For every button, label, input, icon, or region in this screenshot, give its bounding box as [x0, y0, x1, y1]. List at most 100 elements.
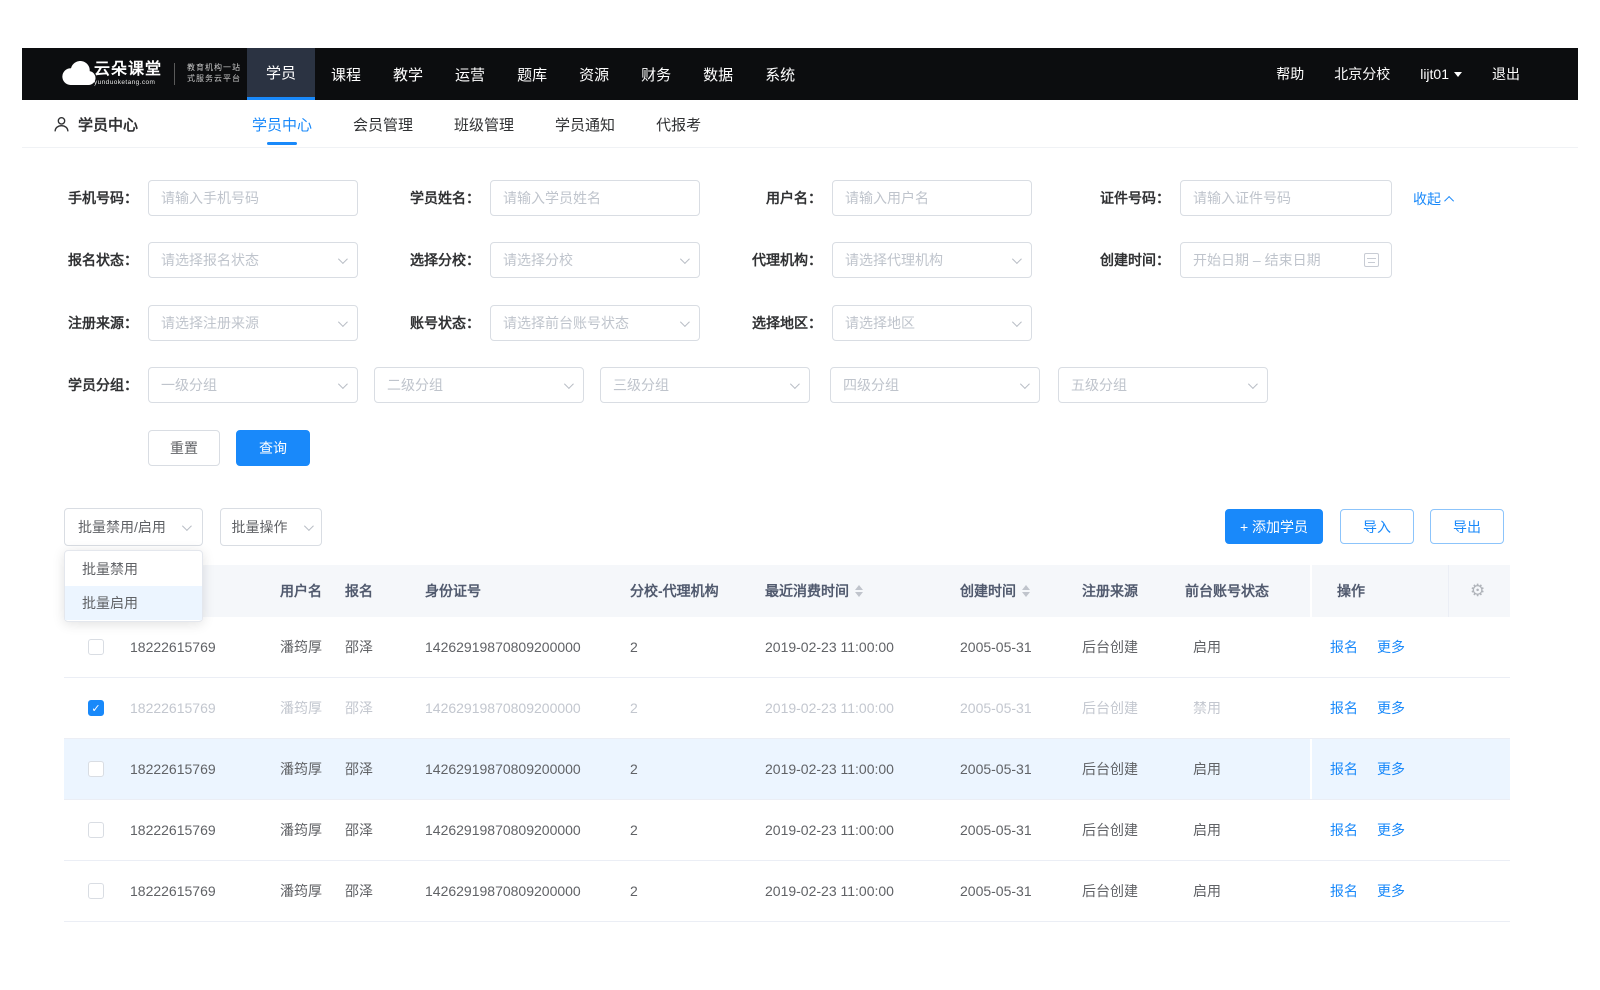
app-logo: 云朵课堂 yunduoketang.com 教育机构一站 式服务云平台 [60, 48, 241, 100]
row-action-more[interactable]: 更多 [1377, 759, 1405, 779]
nav-item-3[interactable]: 运营 [439, 48, 501, 100]
row-action-enroll[interactable]: 报名 [1330, 820, 1358, 840]
row-action-enroll[interactable]: 报名 [1330, 698, 1358, 718]
branch-select[interactable]: 请选择分校 [490, 242, 700, 278]
cell-source: 后台创建 [1082, 820, 1138, 840]
cell-status: 启用 [1193, 881, 1221, 901]
calendar-icon [1364, 253, 1379, 267]
row-action-enroll[interactable]: 报名 [1330, 637, 1358, 657]
row-checkbox[interactable] [88, 761, 104, 777]
nav-item-4[interactable]: 题库 [501, 48, 563, 100]
export-button[interactable]: 导出 [1430, 509, 1504, 544]
subnav-tab-3[interactable]: 学员通知 [555, 100, 615, 148]
reset-button[interactable]: 重置 [148, 430, 220, 466]
table-body: 18222615769潘筠厚邵泽142629198708092000002201… [64, 617, 1510, 922]
cell-branch: 2 [630, 700, 638, 716]
agency-select[interactable]: 请选择代理机构 [832, 242, 1032, 278]
logo-tagline-2: 式服务云平台 [187, 74, 241, 85]
cell-source: 后台创建 [1082, 881, 1138, 901]
row-action-enroll[interactable]: 报名 [1330, 759, 1358, 779]
row-action-more[interactable]: 更多 [1377, 881, 1405, 901]
row-action-more[interactable]: 更多 [1377, 820, 1405, 840]
subnav-tabs: 学员中心会员管理班级管理学员通知代报考 [252, 100, 701, 148]
col-last-consume[interactable]: 最近消费时间 [765, 581, 863, 601]
agency-label: 代理机构： [732, 250, 822, 270]
cell-consume: 2019-02-23 11:00:00 [765, 700, 894, 716]
logo-title: 云朵课堂 [94, 62, 162, 78]
cell-username: 潘筠厚 [280, 637, 322, 657]
group-select-level-2[interactable]: 二级分组 [374, 367, 584, 403]
group-select-level-4[interactable]: 四级分组 [830, 367, 1040, 403]
batch-dropdown: 批量禁用批量启用 [64, 550, 203, 622]
nav-item-8[interactable]: 系统 [749, 48, 811, 100]
cell-username: 潘筠厚 [280, 820, 322, 840]
subnav-tab-0[interactable]: 学员中心 [252, 100, 312, 148]
nav-item-5[interactable]: 资源 [563, 48, 625, 100]
cell-username: 潘筠厚 [280, 881, 322, 901]
phone-input[interactable] [148, 180, 358, 216]
add-student-button[interactable]: + 添加学员 [1225, 509, 1323, 544]
col-create-time[interactable]: 创建时间 [960, 581, 1030, 601]
row-action-enroll[interactable]: 报名 [1330, 881, 1358, 901]
row-action-more[interactable]: 更多 [1377, 637, 1405, 657]
nav-item-0[interactable]: 学员 [247, 48, 315, 100]
subnav-tab-4[interactable]: 代报考 [656, 100, 701, 148]
student-center-icon [53, 116, 70, 133]
group-select-level-1[interactable]: 一级分组 [148, 367, 358, 403]
help-link[interactable]: 帮助 [1276, 64, 1304, 84]
top-navbar: 云朵课堂 yunduoketang.com 教育机构一站 式服务云平台 学员课程… [22, 48, 1578, 100]
batch-dropdown-item-0[interactable]: 批量禁用 [65, 552, 202, 586]
user-menu[interactable]: lijt01 [1420, 66, 1462, 82]
group-select-level-5[interactable]: 五级分组 [1058, 367, 1268, 403]
col-username: 用户名 [280, 581, 322, 601]
cell-idcard: 14262919870809200000 [425, 639, 581, 655]
sort-icon[interactable] [855, 585, 863, 597]
gear-icon[interactable]: ⚙ [1470, 581, 1485, 601]
chevron-down-icon [1020, 379, 1030, 389]
idnumber-input[interactable] [1180, 180, 1392, 216]
nav-item-2[interactable]: 教学 [377, 48, 439, 100]
create-time-range[interactable]: 开始日期 – 结束日期 [1180, 242, 1392, 278]
fixed-col-gap [1310, 565, 1312, 617]
username-label: lijt01 [1420, 66, 1449, 82]
collapse-toggle[interactable]: 收起 [1413, 189, 1454, 209]
main-nav: 学员课程教学运营题库资源财务数据系统 [247, 48, 811, 100]
cell-branch: 2 [630, 822, 638, 838]
cell-enroll: 邵泽 [345, 820, 373, 840]
fixed-col-gap [1310, 739, 1312, 799]
sort-icon[interactable] [1022, 585, 1030, 597]
row-checkbox[interactable] [88, 639, 104, 655]
region-select[interactable]: 请选择地区 [832, 305, 1032, 341]
create-time-field: 创建时间： 开始日期 – 结束日期 [1080, 242, 1392, 278]
account-status-select[interactable]: 请选择前台账号状态 [490, 305, 700, 341]
table-row: ✓18222615769潘筠厚邵泽14262919870809200000220… [64, 678, 1510, 739]
logout-link[interactable]: 退出 [1492, 64, 1520, 84]
row-checkbox[interactable] [88, 883, 104, 899]
nav-item-6[interactable]: 财务 [625, 48, 687, 100]
username-input[interactable] [832, 180, 1032, 216]
phone-field: 手机号码： [48, 180, 358, 216]
register-source-select[interactable]: 请选择注册来源 [148, 305, 358, 341]
subnav-tab-1[interactable]: 会员管理 [353, 100, 413, 148]
cell-source: 后台创建 [1082, 698, 1138, 718]
group-select-level-3[interactable]: 三级分组 [600, 367, 810, 403]
row-checkbox[interactable] [88, 822, 104, 838]
section-header: 学员中心 [53, 100, 138, 148]
row-action-more[interactable]: 更多 [1377, 698, 1405, 718]
cell-enroll: 邵泽 [345, 698, 373, 718]
nav-item-1[interactable]: 课程 [315, 48, 377, 100]
enroll-status-select[interactable]: 请选择报名状态 [148, 242, 358, 278]
branch-link[interactable]: 北京分校 [1334, 64, 1390, 84]
subnav-tab-2[interactable]: 班级管理 [454, 100, 514, 148]
cell-branch: 2 [630, 883, 638, 899]
batch-ops-button[interactable]: 批量操作 [220, 508, 322, 546]
row-checkbox[interactable]: ✓ [88, 700, 104, 716]
batch-toggle-button[interactable]: 批量禁用/启用 [64, 508, 203, 546]
student-name-input[interactable] [490, 180, 700, 216]
search-button[interactable]: 查询 [236, 430, 310, 466]
chevron-down-icon [1012, 254, 1022, 264]
enroll-status-field: 报名状态： 请选择报名状态 [48, 242, 358, 278]
import-button[interactable]: 导入 [1340, 509, 1414, 544]
nav-item-7[interactable]: 数据 [687, 48, 749, 100]
batch-dropdown-item-1[interactable]: 批量启用 [65, 586, 202, 620]
